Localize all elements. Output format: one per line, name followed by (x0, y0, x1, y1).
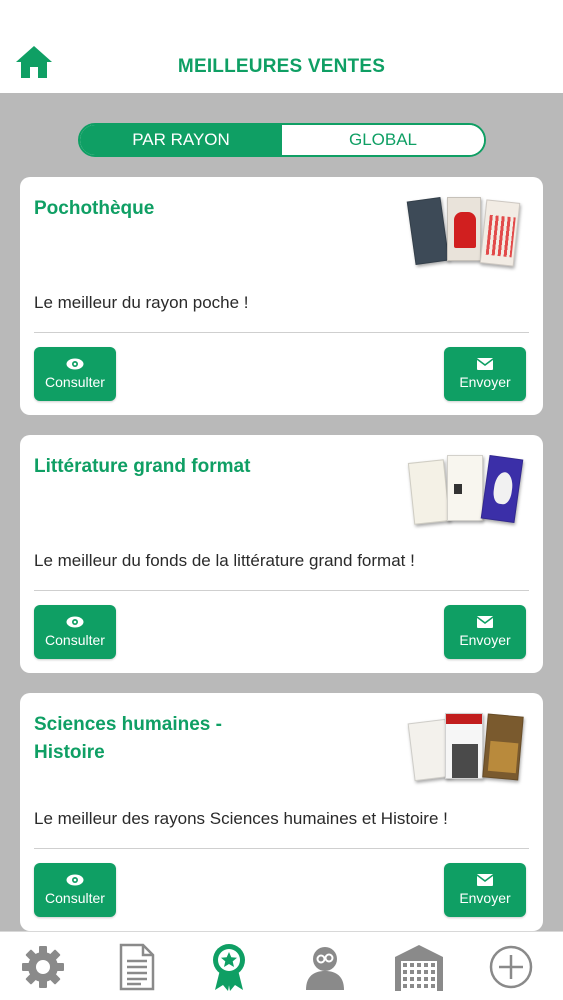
user-profile-icon (306, 947, 344, 990)
consult-button[interactable]: Consulter (34, 605, 116, 659)
category-card-sciences-humaines: Sciences humaines - Histoire Le meilleur… (20, 693, 543, 931)
consult-label: Consulter (45, 374, 105, 390)
segmented-control: PAR RAYON GLOBAL (78, 123, 486, 157)
award-ribbon-icon (213, 944, 245, 991)
category-card-pochotheque: Pochothèque Le meilleur du rayon poche !… (20, 177, 543, 415)
book-covers-image (407, 453, 525, 527)
card-divider (34, 332, 529, 333)
tab-settings[interactable] (18, 942, 68, 992)
category-card-litterature: Littérature grand format Le meilleur du … (20, 435, 543, 673)
page-title: MEILLEURES VENTES (177, 56, 386, 77)
book-covers-image (406, 195, 525, 269)
tab-more[interactable] (486, 942, 536, 992)
card-description: Le meilleur du fonds de la littérature g… (34, 551, 415, 570)
card-divider (34, 848, 529, 849)
card-title: Sciences humaines - Histoire (34, 714, 222, 763)
tab-store[interactable] (392, 942, 446, 992)
add-circle-icon (489, 945, 533, 989)
tab-par-rayon[interactable]: PAR RAYON (80, 125, 282, 155)
send-button[interactable]: Envoyer (444, 863, 526, 917)
envelope-icon (477, 874, 493, 886)
tab-profile[interactable] (300, 942, 350, 992)
tab-global[interactable]: GLOBAL (282, 125, 484, 155)
card-description: Le meilleur des rayons Sciences humaines… (34, 809, 448, 828)
book-covers-image (407, 711, 525, 785)
store-building-icon (395, 945, 443, 991)
envelope-icon (477, 358, 493, 370)
card-divider (34, 590, 529, 591)
tab-best-sellers[interactable] (204, 942, 254, 992)
consult-label: Consulter (45, 632, 105, 648)
send-label: Envoyer (459, 374, 511, 390)
document-icon (119, 943, 155, 991)
card-description: Le meilleur du rayon poche ! (34, 293, 249, 312)
settings-gear-icon (22, 946, 64, 988)
main-content: PAR RAYON GLOBAL Pochothèque Le meilleur… (0, 93, 563, 931)
send-label: Envoyer (459, 890, 511, 906)
send-button[interactable]: Envoyer (444, 605, 526, 659)
consult-button[interactable]: Consulter (34, 347, 116, 401)
eye-icon (66, 874, 84, 886)
send-label: Envoyer (459, 632, 511, 648)
card-title: Pochothèque (34, 198, 155, 219)
card-title: Littérature grand format (34, 456, 251, 477)
app-header: MEILLEURES VENTES (0, 0, 563, 93)
eye-icon (66, 616, 84, 628)
consult-button[interactable]: Consulter (34, 863, 116, 917)
eye-icon (66, 358, 84, 370)
bottom-tab-bar (0, 931, 563, 1000)
tab-documents[interactable] (112, 942, 162, 992)
consult-label: Consulter (45, 890, 105, 906)
envelope-icon (477, 616, 493, 628)
send-button[interactable]: Envoyer (444, 347, 526, 401)
